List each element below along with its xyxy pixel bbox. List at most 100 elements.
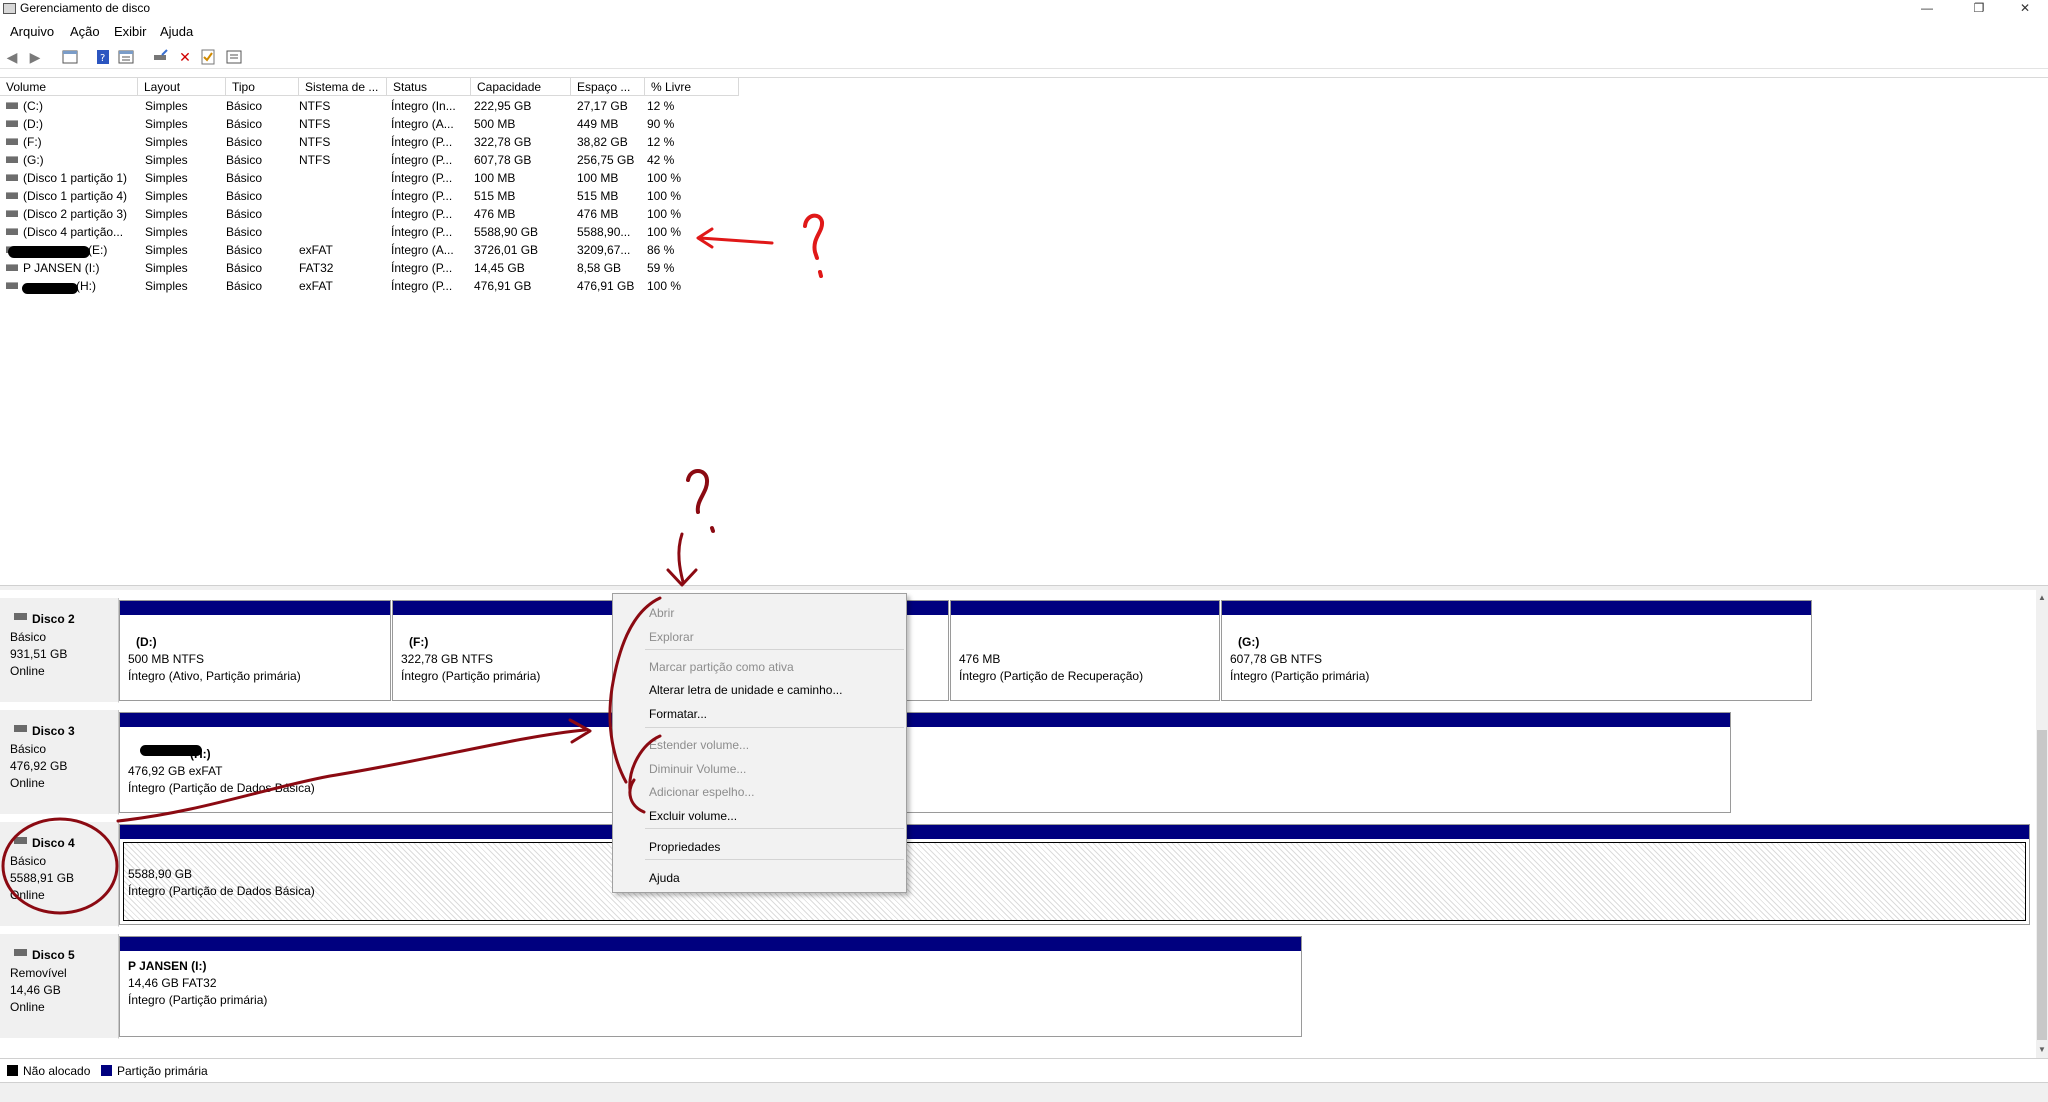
connect-disk-icon[interactable] [152,49,168,65]
disk-type: Básico [10,742,47,756]
menu-item-alterar-letra[interactable]: Alterar letra de unidade e caminho... [649,683,842,697]
checklist-icon[interactable] [200,49,216,65]
disk-label-disco-3[interactable]: Disco 3 Básico 476,92 GB Online [0,710,119,815]
cell-layout: Simples [145,117,188,131]
menu-arquivo[interactable]: Arquivo [10,24,54,39]
table-row[interactable]: (H:) Simples Básico exFAT Íntegro (P... 476,9… [0,277,760,295]
menu-ajuda[interactable]: Ajuda [160,24,193,39]
disk-label-disco-4[interactable]: Disco 4 Básico 5588,91 GB Online [0,822,119,927]
menu-item-ajuda[interactable]: Ajuda [649,871,680,885]
disk-size: 476,92 GB [10,759,68,773]
partition-d[interactable]: (D:) 500 MB NTFS Íntegro (Ativo, Partiçã… [119,600,391,701]
cell-free: 256,75 GB [577,153,635,167]
cell-status: Íntegro (P... [391,279,453,293]
column-header-sistema[interactable]: Sistema de ... [299,78,387,96]
forward-arrow-icon[interactable]: ▶ [27,49,43,65]
menu-item-diminuir[interactable]: Diminuir Volume... [649,762,746,776]
cell-layout: Simples [145,243,188,257]
partition-h[interactable]: (H:) 476,92 GB exFAT Íntegro (Partição d… [119,712,1731,813]
help-icon[interactable]: ? [95,49,111,65]
partition-i[interactable]: P JANSEN (I:) 14,46 GB FAT32 Íntegro (Pa… [119,936,1302,1037]
partition-g[interactable]: (G:) 607,78 GB NTFS Íntegro (Partição pr… [1221,600,1812,701]
menu-item-formatar[interactable]: Formatar... [649,707,707,721]
table-row[interactable]: (D:) Simples Básico NTFS Íntegro (A... 500 MB… [0,115,760,133]
disk-name: Disco 3 [32,724,75,738]
scroll-down-icon[interactable]: ▼ [2036,1044,2048,1056]
cell-free: 449 MB [577,117,619,131]
cell-volume: (D:) [23,117,43,131]
cell-cap: 607,78 GB [474,153,532,167]
menu-item-propriedades[interactable]: Propriedades [649,840,720,854]
table-row[interactable]: (G:) Simples Básico NTFS Íntegro (P... 607,78… [0,151,760,169]
cell-status: Íntegro (P... [391,225,453,239]
table-row[interactable]: P JANSEN (I:) Simples Básico FAT32 Íntegro (… [0,259,760,277]
cell-tipo: Básico [226,279,263,293]
cell-layout: Simples [145,99,188,113]
cell-volume: P JANSEN (I:) [23,261,100,275]
table-row[interactable]: (Disco 1 partição 1) Simples Básico Íntegro… [0,169,760,187]
cell-status: Íntegro (P... [391,153,453,167]
console-tree-icon[interactable] [62,49,78,65]
menu-acao[interactable]: Ação [70,24,100,39]
column-header-tipo[interactable]: Tipo [226,78,299,96]
cell-pct: 100 % [647,171,682,185]
disk-icon [14,613,27,620]
column-header-volume[interactable]: Volume [0,78,138,96]
close-button[interactable]: ✕ [2002,0,2048,18]
properties-panel-icon[interactable] [118,49,134,65]
partition-size: 500 MB NTFS [128,652,205,666]
partition-status: Íntegro (Partição de Dados Básica) [128,781,315,795]
menu-item-adicionar-espelho[interactable]: Adicionar espelho... [649,785,754,799]
menu-item-marcar-ativa[interactable]: Marcar partição como ativa [649,660,794,674]
partition-recovery[interactable]: 476 MB Íntegro (Partição de Recuperação) [950,600,1220,701]
disk-label-disco-2[interactable]: Disco 2 Básico 931,51 GB Online [0,598,119,703]
cell-free: 27,17 GB [577,99,628,113]
cell-status: Íntegro (A... [391,117,454,131]
disk-name: Disco 4 [32,836,75,850]
partition-disco-4-selected[interactable]: 5588,90 GB Íntegro (Partição de Dados Bá… [119,824,2030,925]
menu-item-explorar[interactable]: Explorar [649,630,694,644]
cell-cap: 476 MB [474,207,516,221]
restore-button[interactable]: ❐ [1956,0,2002,18]
column-header-status[interactable]: Status [387,78,471,96]
volume-drive-icon [6,102,18,109]
cell-free: 515 MB [577,189,619,203]
column-header-capacidade[interactable]: Capacidade [471,78,571,96]
settings-window-icon[interactable] [226,49,242,65]
disk-pane-scrollbar[interactable]: ▲ ▼ [2036,590,2048,1058]
disk-icon [14,837,27,844]
cell-cap: 5588,90 GB [474,225,539,239]
cell-volume: (Disco 2 partição 3) [23,207,128,221]
menu-item-abrir[interactable]: Abrir [649,606,674,620]
table-row[interactable]: (Disco 2 partição 3) Simples Básico Íntegro… [0,205,760,223]
column-header-layout[interactable]: Layout [138,78,226,96]
table-row[interactable]: (Disco 1 partição 4) Simples Básico Íntegro… [0,187,760,205]
cell-volume: (C:) [23,99,43,113]
cell-pct: 100 % [647,225,682,239]
column-header-livre[interactable]: % Livre [645,78,739,96]
volume-drive-icon [6,282,18,289]
scroll-thumb[interactable] [2037,730,2047,1040]
table-row[interactable]: (E:) Simples Básico exFAT Íntegro (A... 3726,… [0,241,760,259]
column-header-espaco[interactable]: Espaço ... [571,78,645,96]
disk-label-disco-5[interactable]: Disco 5 Removível 14,46 GB Online [0,934,119,1039]
table-row[interactable]: (C:) Simples Básico NTFS Íntegro (In... 222,9… [0,97,760,115]
menu-exibir[interactable]: Exibir [114,24,147,39]
menu-item-excluir[interactable]: Excluir volume... [649,809,737,823]
partition-status: Íntegro (Partição primária) [401,669,541,683]
delete-x-icon[interactable]: ✕ [177,49,193,65]
partition-size: 14,46 GB FAT32 [128,976,217,990]
cell-pct: 86 % [647,243,675,257]
partition-head: (D:) [136,635,157,649]
disk-type: Básico [10,630,47,644]
selected-partition-hatch [123,842,2026,921]
back-arrow-icon[interactable]: ◀ [4,49,20,65]
menu-item-estender[interactable]: Estender volume... [649,738,749,752]
disk-size: 931,51 GB [10,647,68,661]
table-row[interactable]: (Disco 4 partição... Simples Básico Íntegro… [0,223,760,241]
cell-pct: 100 % [647,279,682,293]
scroll-up-icon[interactable]: ▲ [2036,592,2048,604]
partition-color-bar [951,601,1219,617]
minimize-button[interactable]: — [1904,0,1950,18]
table-row[interactable]: (F:) Simples Básico NTFS Íntegro (P... 322,78… [0,133,760,151]
